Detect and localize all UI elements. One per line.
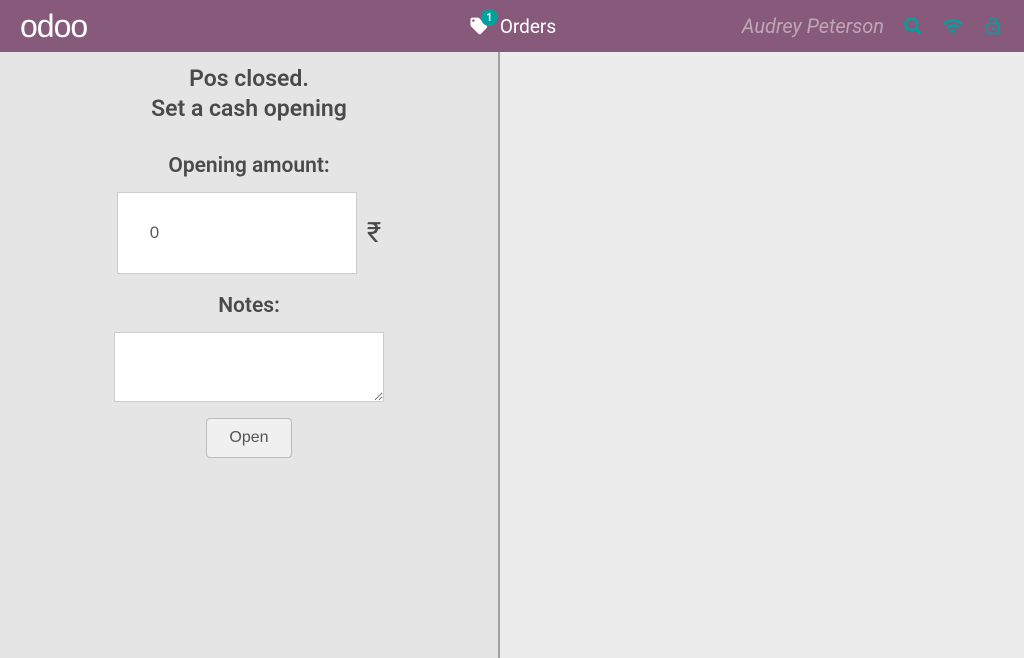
logo[interactable]: odoo [20, 8, 87, 45]
currency-symbol: ₹ [367, 216, 381, 249]
notes-label: Notes: [0, 294, 498, 318]
opening-amount-label: Opening amount: [0, 154, 498, 178]
orders-label: Orders [500, 15, 556, 38]
ticket-icon: 1 [468, 15, 490, 37]
pos-status-title: Pos closed. Set a cash opening [0, 64, 498, 124]
orders-nav[interactable]: 1 Orders [468, 15, 556, 38]
opening-amount-input[interactable] [117, 192, 357, 274]
right-nav: Audrey Peterson [742, 14, 1004, 38]
wifi-icon[interactable] [942, 15, 964, 37]
open-button[interactable]: Open [206, 418, 291, 458]
title-line-1: Pos closed. [189, 65, 309, 92]
unlock-icon[interactable] [982, 15, 1004, 37]
left-panel: Pos closed. Set a cash opening Opening a… [0, 52, 500, 658]
notes-input[interactable] [114, 332, 384, 402]
logo-text: odoo [20, 8, 87, 44]
title-line-2: Set a cash opening [151, 95, 347, 122]
right-panel [500, 52, 1024, 658]
orders-badge: 1 [481, 9, 498, 26]
topbar: odoo 1 Orders Audrey Peterson [0, 0, 1024, 52]
search-icon[interactable] [902, 15, 924, 37]
main: Pos closed. Set a cash opening Opening a… [0, 52, 1024, 658]
amount-row: ₹ [0, 192, 498, 274]
username[interactable]: Audrey Peterson [742, 14, 884, 38]
